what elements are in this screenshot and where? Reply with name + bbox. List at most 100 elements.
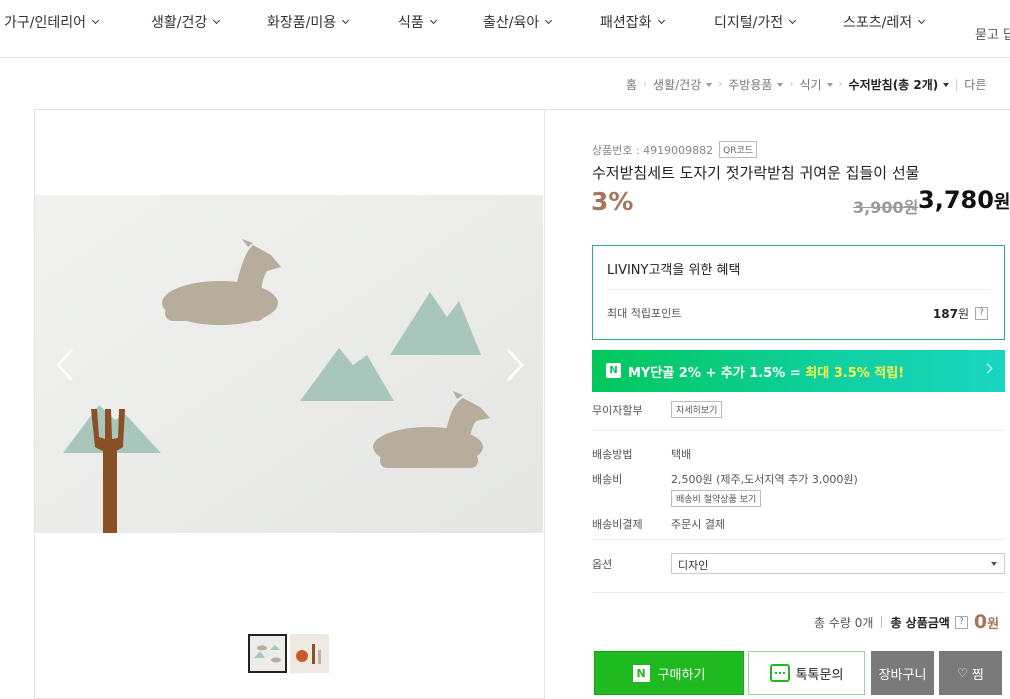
shipping-saving-button[interactable]: 배송비 절약상품 보기 — [671, 490, 762, 507]
nav-item-label: 생활/건강 — [151, 15, 208, 31]
heart-icon: ♡ — [957, 666, 968, 680]
shipping-pay-label: 배송비결제 — [592, 518, 643, 531]
breadcrumb-item[interactable]: 주방용품 — [728, 76, 772, 93]
original-price: 3,900원 — [853, 198, 919, 217]
product-number-label: 상품번호 : 4919009882 — [592, 143, 714, 157]
qa-link[interactable]: 묻고 답 — [975, 24, 1010, 43]
breadcrumb-item[interactable]: 식기 — [799, 76, 821, 93]
option-selected-value: 디자인 — [678, 559, 709, 572]
talktalk-button-label: 톡톡문의 — [795, 667, 844, 683]
caret-down-icon — [991, 562, 997, 566]
chevron-down-icon — [545, 16, 553, 24]
point-label: 최대 적립포인트 — [607, 307, 682, 320]
shipping-fee-value: 2,500원 (제주,도서지역 추가 3,000원) — [671, 473, 858, 486]
nav-item-label: 스포츠/레저 — [843, 15, 913, 31]
product-number: 상품번호 : 4919009882 QR코드 — [592, 141, 758, 158]
nav-item-digital[interactable]: 디지털/가전 — [714, 12, 797, 32]
total-price: 0원 — [974, 611, 999, 633]
npay-text-highlight: 최대 3.5% 적립! — [805, 366, 905, 381]
sale-price: 3,780원 — [918, 186, 1010, 214]
benefit-box: LIVINY고객을 위한 혜택 최대 적립포인트 187원 ? — [592, 245, 1005, 340]
sale-price-unit: 원 — [993, 192, 1010, 213]
chat-bubble-icon — [769, 664, 790, 682]
nav-item-label: 가구/인테리어 — [4, 15, 86, 31]
shipping-pay-value: 주문시 결제 — [671, 518, 726, 531]
breadcrumb-separator-icon: › — [643, 79, 648, 90]
installment-label: 무이자할부 — [592, 404, 643, 417]
nav-item-label: 화장품/미용 — [267, 15, 337, 31]
product-title: 수저받침세트 도자기 젓가락받침 귀여운 집들이 선물 — [592, 164, 920, 182]
breadcrumb-home[interactable]: 홈 — [626, 76, 637, 93]
discount-rate: 3% — [591, 187, 634, 216]
breadcrumb-item[interactable]: 생활/건강 — [653, 76, 701, 93]
product-main-image — [35, 195, 543, 533]
caret-down-icon[interactable] — [706, 82, 713, 87]
shipping-method-label: 배송방법 — [592, 448, 633, 461]
caret-down-icon[interactable] — [777, 82, 784, 87]
divider — [956, 78, 958, 91]
thumbnail-1[interactable] — [248, 634, 287, 673]
image-next-arrow[interactable] — [505, 348, 525, 382]
nav-item-beauty[interactable]: 화장품/미용 — [267, 12, 350, 32]
chevron-right-icon — [982, 363, 993, 374]
breadcrumb-separator-icon: › — [718, 79, 723, 90]
total-price-unit: 원 — [987, 617, 1000, 632]
total-price-value: 0 — [973, 611, 988, 633]
npay-banner[interactable]: N MY단골 2% + 추가 1.5% = 최대 3.5% 적립! — [592, 350, 1005, 392]
caret-down-icon[interactable] — [943, 82, 950, 87]
benefit-title: LIVINY고객을 위한 혜택 — [607, 263, 741, 278]
npay-logo-icon: N — [632, 664, 650, 682]
nav-item-label: 출산/육아 — [483, 15, 540, 31]
chevron-down-icon — [429, 16, 437, 24]
chevron-down-icon — [789, 16, 797, 24]
nav-item-fashion[interactable]: 패션잡화 — [600, 12, 665, 32]
breadcrumb-separator-icon: › — [789, 79, 794, 90]
divider — [881, 616, 883, 628]
divider — [592, 592, 1005, 593]
divider — [592, 539, 1005, 540]
thumbnail-2[interactable] — [290, 634, 329, 673]
npay-logo-icon: N — [606, 363, 621, 378]
total-price-label: 총 상품금액 — [890, 615, 950, 630]
qr-code-button[interactable]: QR코드 — [719, 141, 758, 158]
point-amount: 187 — [932, 307, 958, 321]
help-icon[interactable]: ? — [975, 307, 988, 320]
breadcrumb-other-link[interactable]: 다른 — [964, 76, 986, 93]
chevron-down-icon — [342, 16, 350, 24]
nav-item-food[interactable]: 식품 — [398, 12, 437, 32]
talktalk-inquiry-button[interactable]: 톡톡문의 — [748, 651, 865, 695]
nav-item-baby[interactable]: 출산/육아 — [483, 12, 553, 32]
shipping-fee-label: 배송비 — [592, 473, 623, 486]
breadcrumb-current[interactable]: 수저받침(총 2개) — [849, 76, 939, 93]
add-to-cart-button[interactable]: 장바구니 — [871, 651, 934, 695]
installment-detail-button[interactable]: 자세히보기 — [671, 401, 723, 418]
wishlist-button[interactable]: ♡ 찜 — [939, 651, 1002, 695]
wishlist-button-label: 찜 — [971, 667, 984, 683]
breadcrumb: 홈 › 생활/건강 › 주방용품 › 식기 › 수저받침(총 2개) 다른 — [626, 76, 986, 93]
chevron-down-icon — [918, 16, 926, 24]
chevron-down-icon — [91, 16, 100, 24]
nav-item-label: 패션잡화 — [600, 15, 652, 31]
point-value: 187원 ? — [933, 305, 988, 322]
divider — [607, 289, 990, 290]
npay-text: MY단골 2% + 추가 1.5% = 최대 3.5% 적립! — [628, 362, 904, 381]
buy-button[interactable]: N 구매하기 — [594, 651, 744, 695]
sale-price-value: 3,780 — [918, 186, 994, 214]
npay-text-main: MY단골 2% + 추가 1.5% = — [628, 366, 806, 381]
divider — [592, 430, 1005, 431]
caret-down-icon[interactable] — [826, 82, 833, 87]
nav-item-sports[interactable]: 스포츠/레저 — [843, 12, 926, 32]
shipping-method-value: 택배 — [671, 448, 692, 461]
nav-item-living[interactable]: 생활/건강 — [151, 12, 221, 32]
option-select[interactable]: 디자인 — [671, 553, 1005, 574]
point-unit: 원 — [957, 307, 969, 321]
nav-item-label: 디지털/가전 — [714, 15, 784, 31]
buy-button-label: 구매하기 — [657, 667, 706, 683]
image-prev-arrow[interactable] — [55, 348, 75, 382]
order-totals: 총 수량 0개 총 상품금액 ? 0원 — [814, 611, 999, 633]
help-icon[interactable]: ? — [954, 615, 968, 629]
total-quantity: 총 수량 0개 — [814, 615, 874, 630]
nav-item-furniture[interactable]: 가구/인테리어 — [4, 12, 100, 32]
nav-item-label: 식품 — [398, 15, 424, 31]
breadcrumb-separator-icon: › — [838, 79, 843, 90]
